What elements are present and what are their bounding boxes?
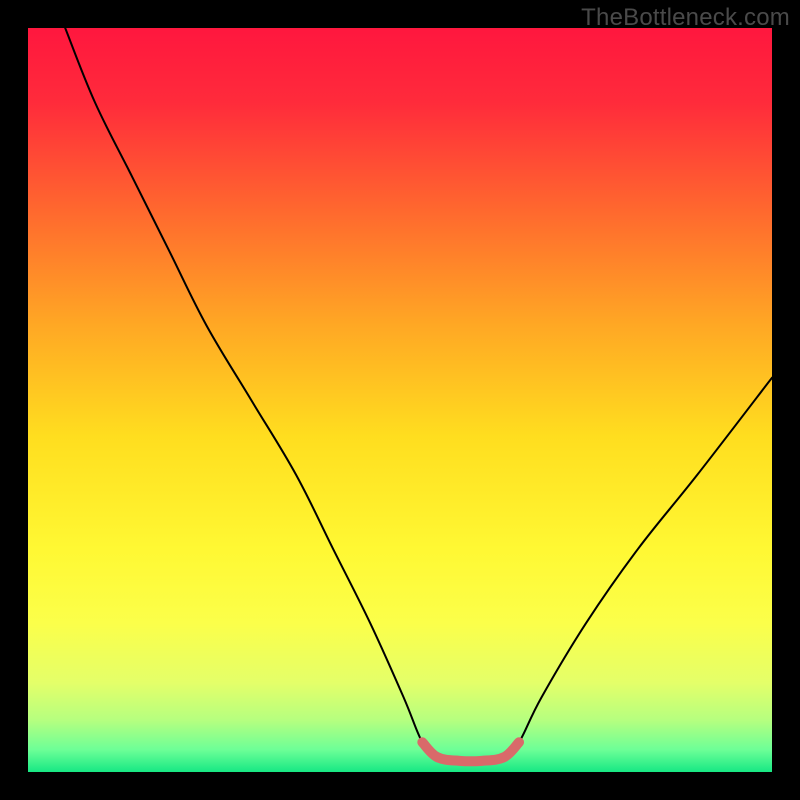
chart-frame: TheBottleneck.com <box>0 0 800 800</box>
bottleneck-chart <box>28 28 772 772</box>
gradient-background <box>28 28 772 772</box>
plot-area <box>28 28 772 772</box>
watermark-text: TheBottleneck.com <box>581 4 790 32</box>
